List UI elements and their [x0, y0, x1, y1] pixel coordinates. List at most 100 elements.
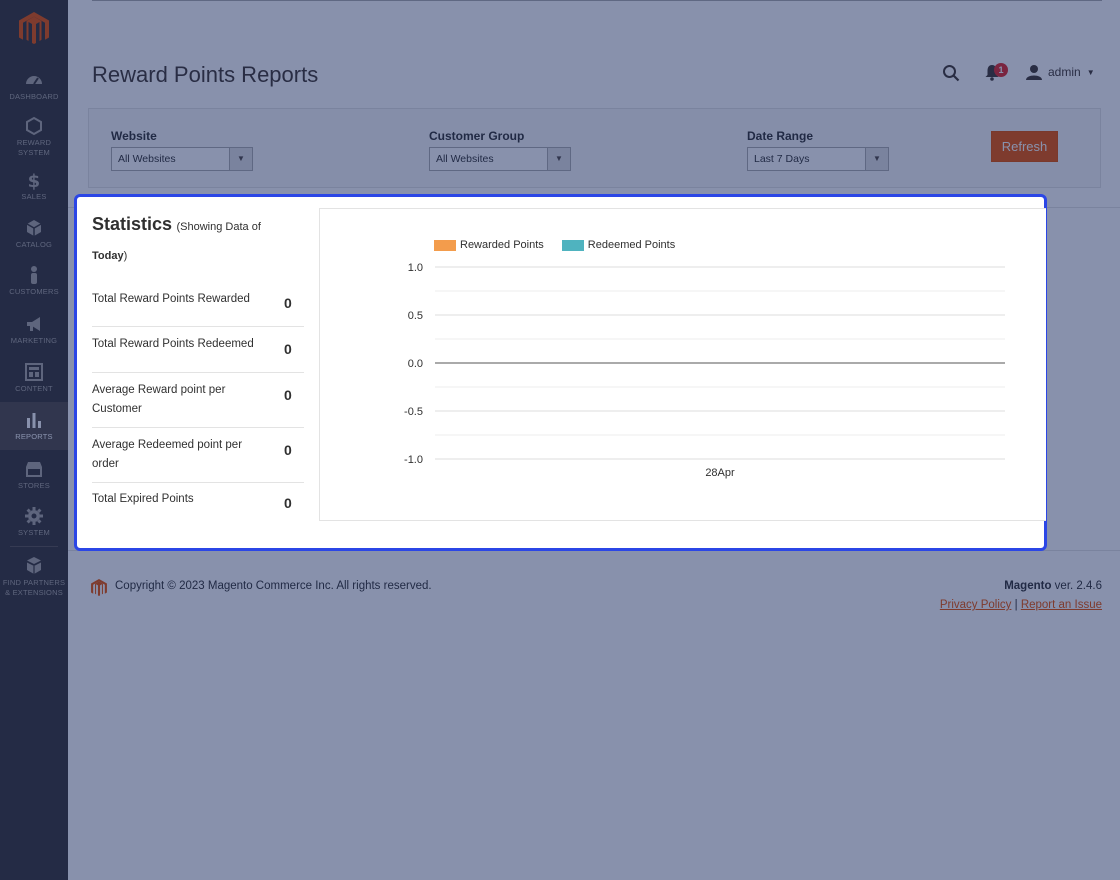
statistics-title: Statistics	[92, 214, 173, 234]
reward-points-chart: Rewarded Points Redeemed Points 1.0 0.5 0.…	[319, 208, 1046, 521]
stat-label: Total Expired Points	[92, 493, 194, 505]
user-icon	[1026, 65, 1042, 80]
sidebar-item-label: SYSTEM	[17, 528, 51, 537]
gear-icon	[25, 507, 43, 525]
date-range-filter: Date Range Last 7 Days ▼	[747, 129, 889, 171]
stat-row-avg-redeemed-per-order: Average Redeemed point per order 0	[92, 428, 304, 483]
stat-value: 0	[284, 341, 292, 357]
user-menu[interactable]: admin ▼	[1026, 64, 1095, 80]
sidebar-item-system[interactable]: SYSTEM	[0, 506, 68, 538]
svg-text:$: $	[28, 171, 41, 190]
person-icon	[31, 266, 37, 284]
customer-group-filter: Customer Group All Websites ▼	[429, 129, 571, 171]
version-text: Magento ver. 2.4.6	[1004, 580, 1102, 592]
magento-logo-icon	[91, 579, 107, 596]
chart-plot-area: 1.0 0.5 0.0 -0.5 -1.0 28Apr	[404, 262, 1005, 479]
website-select[interactable]: All Websites ▼	[111, 147, 253, 171]
stat-row-total-rewarded: Total Reward Points Rewarded 0	[92, 283, 304, 327]
dashboard-icon	[26, 76, 42, 85]
brand-name: Magento	[1004, 580, 1052, 592]
y-tick-label: -0.5	[404, 406, 423, 418]
sidebar-item-label: CONTENT	[15, 384, 53, 393]
sidebar-divider	[10, 546, 58, 547]
page-title: Reward Points Reports	[92, 62, 319, 87]
chevron-down-icon: ▼	[229, 148, 252, 170]
user-name: admin	[1048, 65, 1081, 79]
sidebar-item-label: SALES	[21, 192, 47, 201]
sidebar-item-label: CATALOG	[15, 240, 53, 249]
stat-row-total-redeemed: Total Reward Points Redeemed 0	[92, 327, 304, 373]
website-filter: Website All Websites ▼	[111, 129, 253, 171]
y-tick-label: -1.0	[404, 454, 423, 466]
stat-label: Total Reward Points Redeemed	[92, 338, 254, 350]
sidebar-item-customers[interactable]: CUSTOMERS	[0, 265, 68, 297]
stat-value: 0	[284, 442, 292, 458]
header-divider	[92, 0, 1102, 1]
search-icon[interactable]	[942, 64, 960, 82]
statistics-subtitle-prefix: (Showing Data of	[176, 221, 261, 233]
website-label: Website	[111, 129, 157, 143]
sidebar-item-stores[interactable]: STORES	[0, 459, 68, 491]
statistics-heading: Statistics (Showing Data of Today)	[92, 210, 277, 270]
customer-group-select[interactable]: All Websites ▼	[429, 147, 571, 171]
sidebar-item-label: REWARD SYSTEM	[16, 138, 52, 157]
sidebar-item-label: FIND PARTNERS & EXTENSIONS	[2, 578, 66, 597]
y-tick-label: 0.0	[408, 358, 423, 370]
statistics-panel: Statistics (Showing Data of Today) Total…	[74, 194, 1047, 551]
stat-value: 0	[284, 495, 292, 511]
link-separator: |	[1011, 599, 1021, 611]
sidebar-item-sales[interactable]: $ SALES	[0, 170, 68, 202]
sidebar-item-marketing[interactable]: MARKETING	[0, 314, 68, 346]
privacy-policy-link[interactable]: Privacy Policy	[940, 599, 1012, 611]
cube-icon	[26, 220, 42, 236]
chevron-down-icon: ▼	[1086, 67, 1095, 77]
stat-value: 0	[284, 295, 292, 311]
admin-sidebar: DASHBOARD REWARD SYSTEM $ SALES CATALOG …	[0, 0, 68, 880]
sidebar-item-find-partners[interactable]: FIND PARTNERS & EXTENSIONS	[0, 556, 68, 598]
sidebar-item-label: CUSTOMERS	[9, 287, 59, 296]
sidebar-item-content[interactable]: CONTENT	[0, 362, 68, 394]
refresh-button[interactable]: Refresh	[991, 131, 1058, 162]
report-filter-bar: Website All Websites ▼ Customer Group Al…	[88, 108, 1101, 188]
dollar-icon: $	[28, 171, 41, 190]
report-issue-link[interactable]: Report an Issue	[1021, 599, 1102, 611]
y-tick-label: 0.5	[408, 310, 423, 322]
stat-label: Average Redeemed point per order	[92, 439, 243, 470]
date-range-label: Date Range	[747, 129, 814, 143]
stat-label: Total Reward Points Rewarded	[92, 293, 250, 305]
customer-group-label: Customer Group	[429, 129, 525, 143]
bar-chart-icon	[27, 413, 41, 428]
sidebar-item-reward-system[interactable]: REWARD SYSTEM	[0, 116, 68, 158]
sidebar-item-reports[interactable]: REPORTS	[0, 402, 68, 450]
footer-links: Privacy Policy | Report an Issue	[940, 599, 1102, 611]
copyright-text: Copyright © 2023 Magento Commerce Inc. A…	[115, 580, 432, 592]
notification-count-badge[interactable]: 1	[994, 63, 1008, 77]
sidebar-item-dashboard[interactable]: DASHBOARD	[0, 70, 68, 102]
version-number: ver. 2.4.6	[1051, 580, 1102, 592]
statistics-subtitle-period: Today	[92, 250, 124, 262]
y-tick-label: 1.0	[408, 262, 423, 274]
sidebar-item-catalog[interactable]: CATALOG	[0, 218, 68, 250]
boxes-icon	[27, 557, 41, 574]
stat-value: 0	[284, 387, 292, 403]
date-range-select-value: Last 7 Days	[754, 153, 810, 165]
magento-logo-icon[interactable]	[19, 12, 49, 46]
chevron-down-icon: ▼	[547, 148, 570, 170]
stat-row-avg-reward-per-customer: Average Reward point per Customer 0	[92, 373, 304, 428]
x-tick-label: 28Apr	[705, 467, 735, 479]
customer-group-select-value: All Websites	[436, 153, 494, 165]
sidebar-item-label: STORES	[18, 481, 50, 490]
storefront-icon	[26, 462, 42, 477]
megaphone-icon	[27, 317, 40, 331]
layout-icon	[25, 363, 43, 381]
stat-label: Average Reward point per Customer	[92, 384, 226, 415]
website-select-value: All Websites	[118, 153, 176, 165]
chevron-down-icon: ▼	[865, 148, 888, 170]
reward-system-icon	[26, 116, 42, 136]
date-range-select[interactable]: Last 7 Days ▼	[747, 147, 889, 171]
stat-row-total-expired: Total Expired Points 0	[92, 483, 304, 527]
sidebar-item-label: DASHBOARD	[9, 92, 59, 101]
statistics-subtitle-suffix: )	[123, 250, 128, 262]
sidebar-item-label: REPORTS	[15, 432, 53, 441]
sidebar-item-label: MARKETING	[10, 336, 58, 345]
